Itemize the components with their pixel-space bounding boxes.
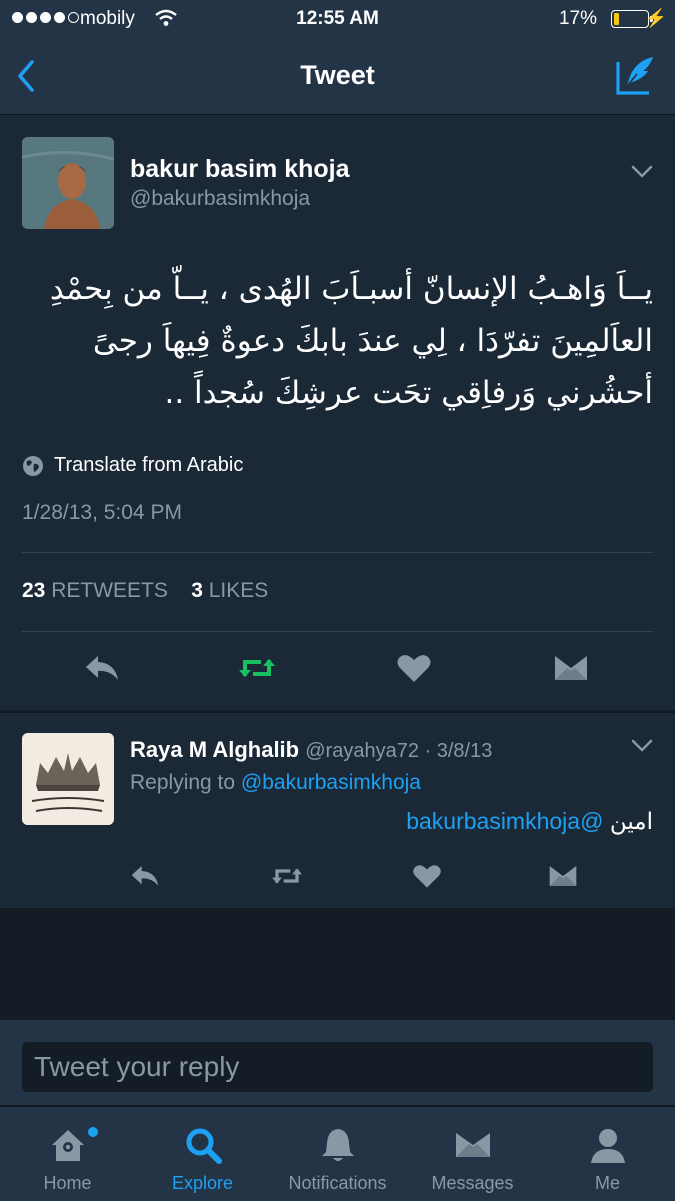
tab-label: Messages — [431, 1173, 514, 1193]
direct-message-icon[interactable] — [546, 861, 580, 891]
page-title: Tweet — [300, 60, 375, 90]
author-name[interactable]: bakur basim khoja — [130, 155, 350, 184]
battery-icon — [611, 10, 653, 28]
person-icon — [590, 1129, 625, 1163]
compose-icon[interactable] — [615, 54, 657, 96]
battery-percentage: 17% — [558, 8, 597, 29]
divider — [22, 552, 653, 553]
tab-label: Home — [43, 1173, 92, 1193]
likes-label: LIKES — [208, 579, 269, 602]
notification-dot — [88, 1127, 98, 1137]
main-tweet: bakur basim khoja @bakurbasimkhoja يــاَ… — [0, 115, 675, 710]
translate-label: Translate from Arabic — [54, 454, 244, 476]
divider — [22, 631, 653, 632]
reply-header: Raya M Alghalib @rayahya72 · 3/8/13 — [130, 737, 492, 763]
tab-label: Notifications — [288, 1173, 387, 1193]
reply-author-handle[interactable]: @rayahya72 — [305, 740, 419, 762]
tab-label: Me — [594, 1173, 620, 1193]
retweet-icon[interactable] — [237, 650, 277, 686]
tweet-timestamp: 1/28/13, 5:04 PM — [22, 501, 182, 524]
likes-count: 3 — [191, 579, 203, 602]
replying-to: Replying to @bakurbasimkhoja — [130, 771, 421, 795]
tweet-line: العاَلمِينَ تفرّدَا ، لِي عندَ بابكَ دعو… — [92, 323, 653, 359]
likes-stat[interactable]: 3 LIKES — [191, 579, 268, 602]
translate-link[interactable]: Translate from Arabic — [22, 454, 243, 477]
reply-body: امين — [609, 808, 653, 834]
meta-separator: · — [418, 740, 437, 762]
search-icon — [186, 1128, 222, 1164]
like-heart-icon[interactable] — [410, 861, 444, 891]
retweets-count: 23 — [22, 579, 46, 602]
envelope-icon — [455, 1133, 490, 1157]
reply-text: امين @bakurbasimkhoja — [406, 808, 653, 835]
reply-actions — [0, 861, 675, 893]
tab-me[interactable]: Me — [540, 1107, 675, 1201]
reply-icon[interactable] — [82, 650, 122, 686]
charging-bolt-icon: ⚡ — [644, 8, 667, 28]
direct-message-icon[interactable] — [551, 650, 591, 686]
status-bar: mobily 12:55 AM 17% ⚡ — [0, 0, 675, 38]
navigation-bar: Tweet — [0, 38, 675, 115]
retweets-label: RETWEETS — [51, 579, 168, 602]
tweet-actions — [0, 650, 675, 690]
retweet-icon[interactable] — [270, 861, 304, 891]
globe-icon — [23, 455, 43, 476]
reply-composer — [0, 1020, 675, 1105]
tweet-stats: 23 RETWEETS 3 LIKES — [22, 579, 268, 603]
reply-icon[interactable] — [128, 861, 162, 891]
reply-date: 3/8/13 — [436, 740, 493, 762]
like-heart-icon[interactable] — [394, 650, 434, 686]
author-handle[interactable]: @bakurbasimkhoja — [130, 187, 310, 211]
bell-icon — [321, 1129, 354, 1161]
reply-author-name[interactable]: Raya M Alghalib — [130, 737, 299, 762]
tweet-line: أحشُرني وَرفاِقي تحَت عرشِكَ سُجداً .. — [164, 375, 654, 411]
tab-notifications[interactable]: Notifications — [270, 1107, 405, 1201]
reply-input[interactable] — [22, 1042, 653, 1092]
avatar[interactable] — [22, 137, 114, 229]
chevron-down-icon[interactable] — [631, 165, 653, 179]
tab-home[interactable]: Home — [0, 1107, 135, 1201]
reply-mention[interactable]: @bakurbasimkhoja — [406, 808, 603, 834]
home-icon — [51, 1130, 84, 1161]
tweet-line: يــاَ وَاهـبُ الإنسانّ أسبـاَبَ الهُدى ،… — [49, 271, 653, 307]
replying-prefix: Replying to — [130, 771, 236, 794]
retweets-stat[interactable]: 23 RETWEETS — [22, 579, 168, 602]
tab-bar: Home Explore Notifications Messages Me — [0, 1106, 675, 1201]
replying-to-link[interactable]: @bakurbasimkhoja — [241, 771, 421, 794]
reply-avatar[interactable] — [22, 733, 114, 825]
tweet-text: يــاَ وَاهـبُ الإنسانّ أسبـاَبَ الهُدى ،… — [18, 263, 653, 419]
chevron-down-icon[interactable] — [631, 739, 653, 753]
tab-label: Explore — [171, 1173, 234, 1193]
tab-explore[interactable]: Explore — [135, 1107, 270, 1201]
tab-messages[interactable]: Messages — [405, 1107, 540, 1201]
reply-tweet[interactable]: Raya M Alghalib @rayahya72 · 3/8/13 Repl… — [0, 712, 675, 909]
